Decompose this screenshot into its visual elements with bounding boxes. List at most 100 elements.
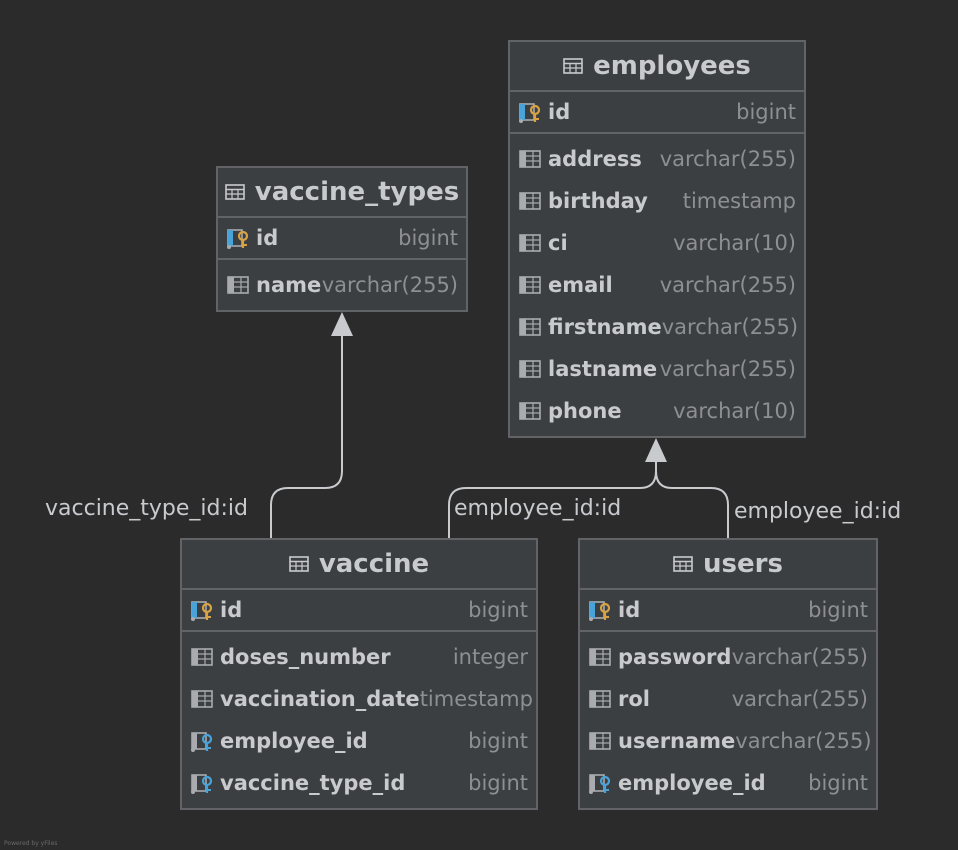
column-name: employee_id bbox=[220, 729, 368, 753]
table-header[interactable]: employees bbox=[510, 42, 804, 92]
table-grid-icon bbox=[224, 184, 245, 200]
column-icon bbox=[518, 358, 542, 380]
column-type: varchar(255) bbox=[321, 273, 458, 297]
column-type: bigint bbox=[468, 729, 528, 753]
column-row-vaccination-date[interactable]: vaccination_date timestamp bbox=[182, 678, 536, 720]
column-icon bbox=[588, 688, 612, 710]
foreign-key-icon bbox=[190, 772, 214, 794]
primary-key-icon bbox=[588, 599, 612, 621]
column-type: varchar(255) bbox=[731, 645, 868, 669]
column-name: firstname bbox=[548, 315, 662, 339]
table-header[interactable]: vaccine_types bbox=[218, 168, 466, 218]
column-type: bigint bbox=[468, 598, 528, 622]
column-row-doses-number[interactable]: doses_number integer bbox=[182, 636, 536, 678]
foreign-key-icon bbox=[588, 772, 612, 794]
column-row-id[interactable]: id bigint bbox=[218, 218, 466, 260]
column-row-id[interactable]: id bigint bbox=[580, 590, 876, 632]
column-type: varchar(10) bbox=[673, 231, 796, 255]
column-icon bbox=[588, 646, 612, 668]
table-header[interactable]: users bbox=[580, 540, 876, 590]
edge-vaccine-vaccine-types bbox=[270, 334, 343, 538]
column-row-name[interactable]: name varchar(255) bbox=[218, 264, 466, 306]
column-icon bbox=[518, 190, 542, 212]
column-type: bigint bbox=[468, 771, 528, 795]
primary-key-icon bbox=[226, 227, 250, 249]
column-name: id bbox=[548, 100, 571, 124]
table-title: vaccine_types bbox=[254, 177, 460, 207]
edge-label-users-employee: employee_id:id bbox=[734, 499, 902, 524]
column-type: varchar(255) bbox=[659, 147, 796, 171]
column-name: rol bbox=[618, 687, 650, 711]
column-row-lastname[interactable]: lastname varchar(255) bbox=[510, 348, 804, 390]
column-icon bbox=[226, 274, 250, 296]
column-name: password bbox=[618, 645, 732, 669]
column-name: vaccine_type_id bbox=[220, 771, 406, 795]
table-title: employees bbox=[593, 51, 751, 81]
column-type: timestamp bbox=[682, 189, 796, 213]
primary-key-icon bbox=[518, 101, 542, 123]
column-row-firstname[interactable]: firstname varchar(255) bbox=[510, 306, 804, 348]
column-name: vaccination_date bbox=[220, 687, 420, 711]
column-type: varchar(255) bbox=[659, 273, 796, 297]
column-name: id bbox=[618, 598, 641, 622]
column-type: timestamp bbox=[419, 687, 533, 711]
column-type: varchar(255) bbox=[735, 729, 872, 753]
table-title: users bbox=[703, 549, 783, 579]
column-name: phone bbox=[548, 399, 622, 423]
column-icon bbox=[518, 316, 542, 338]
column-row-phone[interactable]: phone varchar(10) bbox=[510, 390, 804, 432]
column-name: email bbox=[548, 273, 613, 297]
column-type: varchar(255) bbox=[659, 357, 796, 381]
column-name: username bbox=[618, 729, 736, 753]
column-row-email[interactable]: email varchar(255) bbox=[510, 264, 804, 306]
column-row-id[interactable]: id bigint bbox=[182, 590, 536, 632]
column-icon bbox=[518, 400, 542, 422]
edge-label-vaccine-type: vaccine_type_id:id bbox=[45, 496, 248, 521]
table-users[interactable]: users id bigint password varchar(255) rol varc… bbox=[578, 538, 878, 810]
column-name: address bbox=[548, 147, 642, 171]
column-row-username[interactable]: username varchar(255) bbox=[580, 720, 876, 762]
column-row-employee-id[interactable]: employee_id bigint bbox=[580, 762, 876, 804]
column-name: employee_id bbox=[618, 771, 766, 795]
column-type: bigint bbox=[736, 100, 796, 124]
foreign-key-icon bbox=[190, 730, 214, 752]
column-type: varchar(10) bbox=[673, 399, 796, 423]
table-grid-icon bbox=[673, 556, 693, 572]
table-employees[interactable]: employees id bigint address varchar(255) birt… bbox=[508, 40, 806, 438]
table-vaccine[interactable]: vaccine id bigint doses_number integer vaccin… bbox=[180, 538, 538, 810]
column-icon bbox=[190, 688, 214, 710]
table-vaccine-types[interactable]: vaccine_typesid bigint name varchar(255) bbox=[216, 166, 468, 312]
primary-key-icon bbox=[190, 599, 214, 621]
table-title: vaccine bbox=[318, 549, 430, 579]
column-row-ci[interactable]: ci varchar(10) bbox=[510, 222, 804, 264]
column-row-id[interactable]: id bigint bbox=[510, 92, 804, 134]
column-icon bbox=[518, 148, 542, 170]
column-row-password[interactable]: password varchar(255) bbox=[580, 636, 876, 678]
column-row-vaccine-type-id[interactable]: vaccine_type_id bigint bbox=[182, 762, 536, 804]
arrowhead-vaccine-types bbox=[331, 312, 353, 336]
column-type: bigint bbox=[398, 226, 458, 250]
column-name: name bbox=[256, 273, 322, 297]
column-row-address[interactable]: address varchar(255) bbox=[510, 138, 804, 180]
column-type: bigint bbox=[808, 771, 868, 795]
column-type: varchar(255) bbox=[731, 687, 868, 711]
column-name: id bbox=[256, 226, 279, 250]
column-name: id bbox=[220, 598, 243, 622]
column-name: birthday bbox=[548, 189, 648, 213]
column-row-rol[interactable]: rol varchar(255) bbox=[580, 678, 876, 720]
column-row-birthday[interactable]: birthday timestamp bbox=[510, 180, 804, 222]
table-grid-icon bbox=[289, 556, 309, 572]
column-name: ci bbox=[548, 231, 568, 255]
table-grid-icon bbox=[563, 58, 583, 74]
edge-users-employees bbox=[655, 470, 729, 538]
column-type: integer bbox=[452, 645, 528, 669]
column-name: doses_number bbox=[220, 645, 391, 669]
table-header[interactable]: vaccine bbox=[182, 540, 536, 590]
powered-by-footer: Powered by yFiles bbox=[4, 840, 58, 847]
column-icon bbox=[588, 730, 612, 752]
edge-label-vaccine-employee: employee_id:id bbox=[454, 496, 622, 521]
column-icon bbox=[518, 274, 542, 296]
column-row-employee-id[interactable]: employee_id bigint bbox=[182, 720, 536, 762]
column-icon bbox=[518, 232, 542, 254]
column-icon bbox=[190, 646, 214, 668]
